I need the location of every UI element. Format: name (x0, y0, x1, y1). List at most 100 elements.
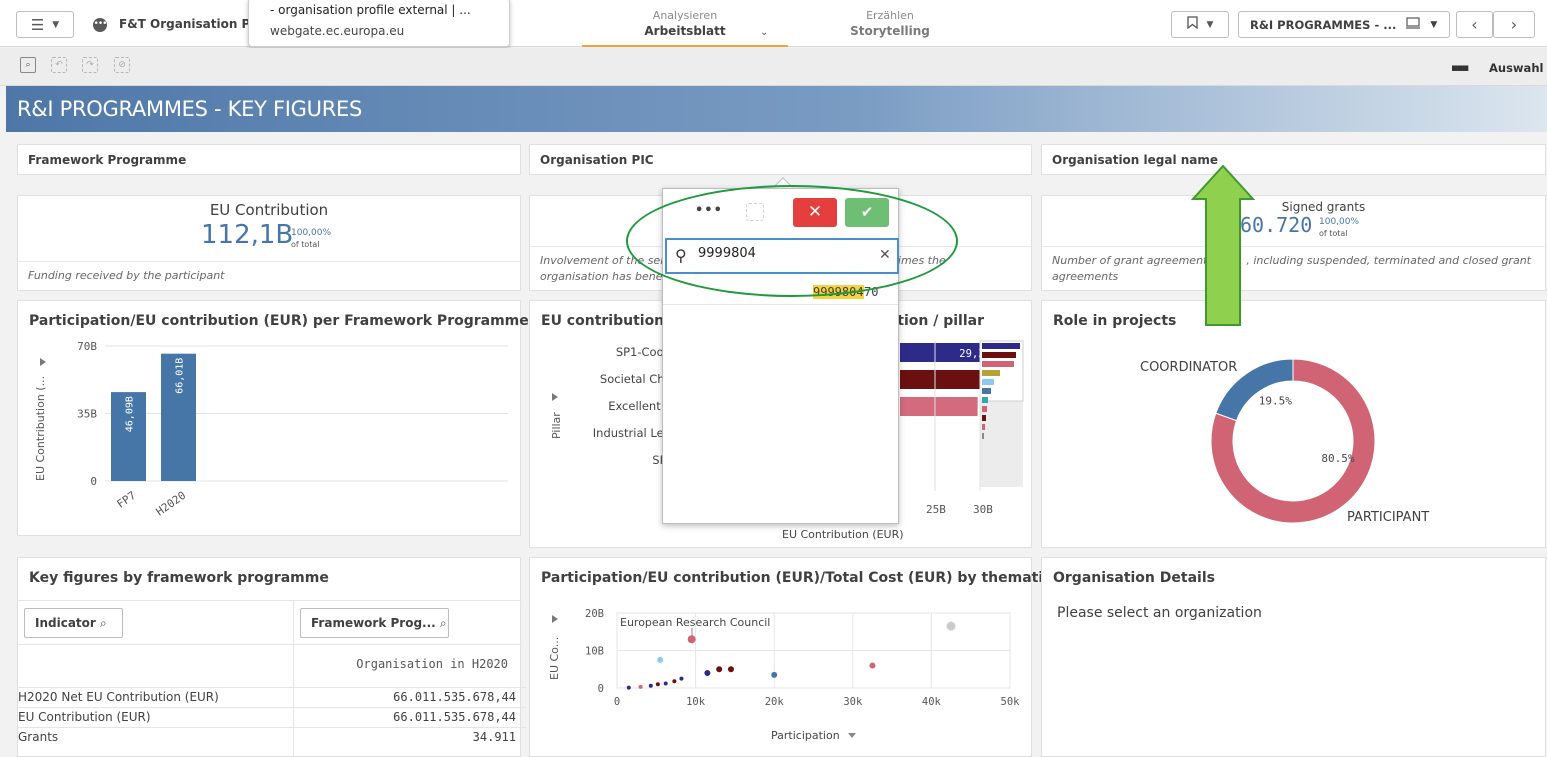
y-tick-label: 20B (585, 608, 604, 620)
bar-value-label: 46,09B (125, 396, 136, 432)
chevron-down-icon (848, 733, 856, 738)
table-title: Key figures by framework programme (29, 570, 329, 586)
column-header-indicator[interactable]: Indicator ⌕ (24, 608, 123, 638)
mini-bar (982, 343, 1020, 349)
mini-bar (982, 352, 1016, 358)
scatter-point (663, 681, 668, 686)
table-key-figures[interactable]: Key figures by framework programme Indic… (17, 557, 526, 757)
y-tick-label: 70B (77, 340, 97, 353)
x-tick-label: 30B (973, 503, 993, 516)
scatter-point (679, 676, 684, 681)
bookmarks-button[interactable]: ▼ (1171, 11, 1229, 38)
x-tick-label: 0 (614, 696, 620, 708)
filter-framework-programme[interactable]: Framework Programme (17, 144, 521, 175)
kpi-footnote: Funding received by the participant (18, 261, 520, 291)
next-sheet-button[interactable]: › (1493, 11, 1535, 38)
y-tick-label: 0 (598, 683, 604, 695)
step-back-icon[interactable]: ↶ (51, 57, 67, 73)
chart-thematic-scatter[interactable]: Participation/EU contribution (EUR)/Tota… (529, 557, 1087, 757)
x-axis-title: Participation (771, 729, 840, 742)
kpi-foot-line2: organisation has bene (540, 270, 663, 283)
y-axis-title: EU Co... (548, 637, 561, 680)
chevron-right-icon: › (1510, 15, 1518, 34)
mini-bar (982, 424, 985, 430)
table-row[interactable]: EU Contribution (EUR) 66.011.535.678,44 (18, 707, 526, 727)
search-icon: ⌕ (100, 616, 107, 630)
value-cell: 34.911 (472, 730, 516, 744)
bookmark-icon (1186, 16, 1198, 33)
tab-story-main: Storytelling (850, 24, 930, 38)
chart-framework-programme[interactable]: Participation/EU contribution (EUR) per … (17, 300, 529, 536)
expand-arrow-icon (552, 615, 558, 623)
tab-storytelling[interactable]: Erzählen Storytelling (792, 9, 988, 38)
scatter-point (704, 670, 711, 676)
tab-story-sub: Erzählen (866, 9, 914, 22)
y-tick-label: 0 (90, 475, 97, 488)
previous-sheet-button[interactable]: ‹ (1456, 11, 1493, 38)
up-arrow-annotation (1190, 164, 1256, 326)
table-row[interactable]: Grants 34.911 (18, 727, 526, 747)
x-tick-label: 30k (843, 696, 863, 708)
scatter-point (771, 671, 778, 678)
app-icon: ••• (93, 18, 107, 32)
kpi-value: 112,1B (201, 220, 294, 250)
scatter-point (727, 666, 734, 673)
indicator-cell: Grants (18, 730, 59, 744)
filter-organisation-pic[interactable]: Organisation PIC (529, 144, 1032, 175)
mini-bar (982, 415, 986, 421)
fp-bar-chart: EU Contribution (... 70B 35B 0 46,09B FP7 66… (34, 340, 508, 519)
global-menu-button[interactable]: ☰ ▼ (16, 11, 74, 38)
kpi-footnote: Number of grant agreements s, including … (1042, 246, 1545, 291)
chevron-down-icon: ▼ (1206, 19, 1214, 30)
filter-organisation-legal-name[interactable]: Organisation legal name (1041, 144, 1546, 175)
kpi-percent: 100,00% (1319, 217, 1360, 227)
kpi-signed-grants[interactable]: Signed grants 60.720 100,00% of total Nu… (1041, 195, 1546, 291)
x-tick-label: 40k (922, 696, 942, 708)
kpi-percent: 100,00% (291, 228, 332, 238)
kpi-eu-contribution[interactable]: EU Contribution 112,1B 100,00% of total … (17, 195, 521, 291)
kpi-label: EU Contribution (209, 201, 329, 219)
sheet-selector-button[interactable]: R&I PROGRAMMES - ... ▼ (1238, 11, 1450, 38)
selections-icon[interactable]: ▪▪▪ (1451, 61, 1469, 74)
indicator-cell: H2020 Net EU Contribution (EUR) (18, 690, 219, 704)
bar-value-label: 66,01B (175, 358, 186, 394)
sheet-icon (1406, 17, 1421, 32)
filter-title: Organisation PIC (540, 153, 654, 167)
scatter-point (638, 684, 643, 689)
clear-selections-icon[interactable]: ⊘ (114, 57, 130, 73)
expand-arrow-icon (40, 358, 46, 366)
step-forward-icon[interactable]: ↷ (82, 57, 98, 73)
tab-analyse-main: Arbeitsblatt (644, 24, 726, 38)
column-subheader: Organisation in H2020 (356, 657, 508, 671)
mini-bar (982, 370, 1000, 376)
selections-button[interactable]: Auswahl (1489, 61, 1543, 75)
x-tick-label: 20k (765, 696, 785, 708)
mini-bar (982, 406, 987, 412)
bar (900, 370, 982, 389)
tab-analyse-sub: Analysieren (652, 9, 718, 22)
slice-category-label: PARTICIPANT (1347, 510, 1429, 525)
slice-percent-label: 80.5% (1321, 452, 1354, 465)
search-icon: ⌕ (439, 616, 447, 630)
mini-bar (982, 397, 988, 403)
x-tick-label: FP7 (114, 489, 138, 511)
value-cell: 66.011.535.678,44 (393, 690, 516, 704)
x-tick-label: 10k (686, 696, 706, 708)
y-tick-label: 10B (585, 646, 604, 658)
column-header-framework[interactable]: Framework Prog... ⌕ (300, 608, 449, 638)
y-tick-label: 35B (77, 408, 97, 421)
scatter-point (946, 621, 956, 631)
chart-role-in-projects[interactable]: Role in projects COORDINATOR PARTICIPANT… (1041, 300, 1546, 548)
kpi-of-total: of total (1319, 229, 1348, 238)
tab-analyse[interactable]: Analysieren Arbeitsblatt (582, 9, 788, 47)
top-toolbar: ☰ ▼ ••• F&T Organisation Prof - organisat… (0, 0, 1547, 47)
table-row[interactable]: H2020 Net EU Contribution (EUR) 66.011.53… (18, 687, 526, 707)
chevron-down-icon[interactable]: ⌄ (760, 27, 768, 38)
scatter-point (687, 635, 696, 644)
x-tick-label: H2020 (154, 489, 189, 519)
value-cell: 66.011.535.678,44 (393, 710, 516, 724)
smart-search-icon[interactable]: ⌕ (20, 57, 36, 73)
mini-bar (982, 388, 991, 394)
organisation-details: Organisation Details Please select an or… (1041, 557, 1546, 757)
scatter-point (626, 685, 631, 690)
